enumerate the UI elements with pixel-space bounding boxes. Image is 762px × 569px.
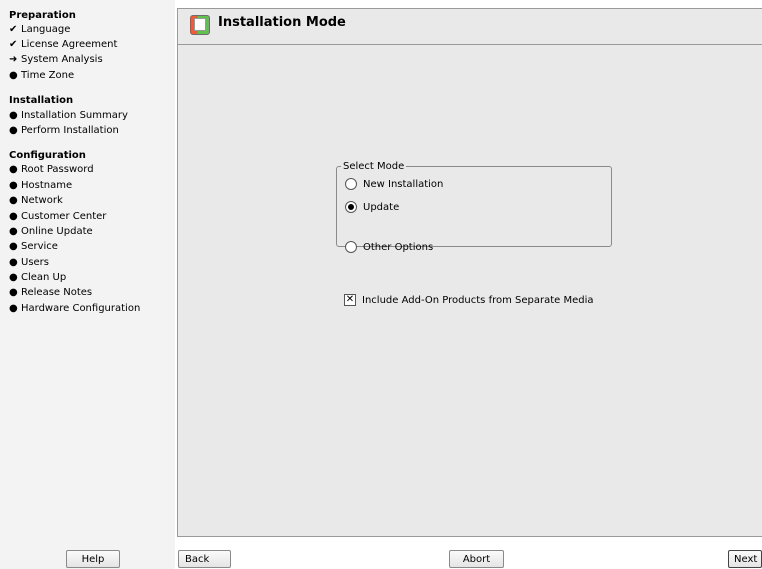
step-service: ● Service [9, 241, 58, 252]
checkbox-label: Include Add-On Products from Separate Me… [362, 294, 594, 306]
help-button[interactable]: Help [66, 550, 120, 568]
step-system-analysis: ➜ System Analysis [9, 54, 103, 65]
step-release-notes: ● Release Notes [9, 287, 93, 298]
radio-new-installation[interactable]: New Installation [345, 178, 443, 190]
next-button[interactable]: Next [728, 550, 762, 568]
section-title-configuration: Configuration [9, 150, 86, 161]
step-network: ● Network [9, 195, 63, 206]
step-language: ✔ Language [9, 24, 71, 35]
bullet-icon: ● [9, 241, 18, 252]
bullet-icon: ● [9, 70, 18, 81]
back-button[interactable]: Back [178, 550, 231, 568]
bullet-icon: ● [9, 125, 18, 136]
bullet-icon: ● [9, 195, 18, 206]
radio-update[interactable]: Update [345, 201, 399, 213]
abort-button[interactable]: Abort [449, 550, 504, 568]
radio-label: New Installation [363, 178, 444, 190]
step-customer-center: ● Customer Center [9, 211, 107, 222]
check-icon: ✔ [9, 39, 18, 50]
bullet-icon: ● [9, 164, 18, 175]
radio-button[interactable] [345, 178, 357, 190]
bullet-icon: ● [9, 272, 18, 283]
arrow-right-icon: ➜ [9, 54, 18, 65]
step-online-update: ● Online Update [9, 226, 93, 237]
main-panel: Installation Mode Select Mode New Instal… [177, 8, 762, 537]
step-hostname: ● Hostname [9, 180, 73, 191]
bullet-icon: ● [9, 110, 18, 121]
page-title: Installation Mode [218, 15, 346, 30]
select-mode-legend: Select Mode [343, 161, 405, 172]
header-divider [178, 44, 762, 45]
step-users: ● Users [9, 257, 50, 268]
radio-button-selected[interactable] [345, 201, 357, 213]
step-clean-up: ● Clean Up [9, 272, 67, 283]
step-license-agreement: ✔ License Agreement [9, 39, 118, 50]
select-mode-group: Select Mode New Installation Update Othe… [336, 161, 612, 253]
step-hardware-configuration: ● Hardware Configuration [9, 303, 141, 314]
step-installation-summary: ● Installation Summary [9, 110, 128, 121]
bullet-icon: ● [9, 303, 18, 314]
radio-label: Other Options [363, 241, 434, 253]
step-time-zone: ● Time Zone [9, 70, 75, 81]
bullet-icon: ● [9, 287, 18, 298]
section-title-preparation: Preparation [9, 10, 76, 21]
bullet-icon: ● [9, 180, 18, 191]
installation-mode-icon [190, 15, 210, 35]
addon-products-checkbox-row[interactable]: ✕ Include Add-On Products from Separate … [344, 294, 594, 306]
section-title-installation: Installation [9, 95, 74, 106]
bullet-icon: ● [9, 257, 18, 268]
radio-other-options[interactable]: Other Options [345, 241, 433, 253]
bullet-icon: ● [9, 226, 18, 237]
check-icon: ✔ [9, 24, 18, 35]
bullet-icon: ● [9, 211, 18, 222]
checkbox-checked-icon[interactable]: ✕ [344, 294, 356, 306]
radio-label: Update [363, 201, 400, 213]
radio-button[interactable] [345, 241, 357, 253]
step-perform-installation: ● Perform Installation [9, 125, 119, 136]
sidebar: Preparation ✔ Language ✔ License Agreement… [0, 0, 175, 569]
step-root-password: ● Root Password [9, 164, 94, 175]
